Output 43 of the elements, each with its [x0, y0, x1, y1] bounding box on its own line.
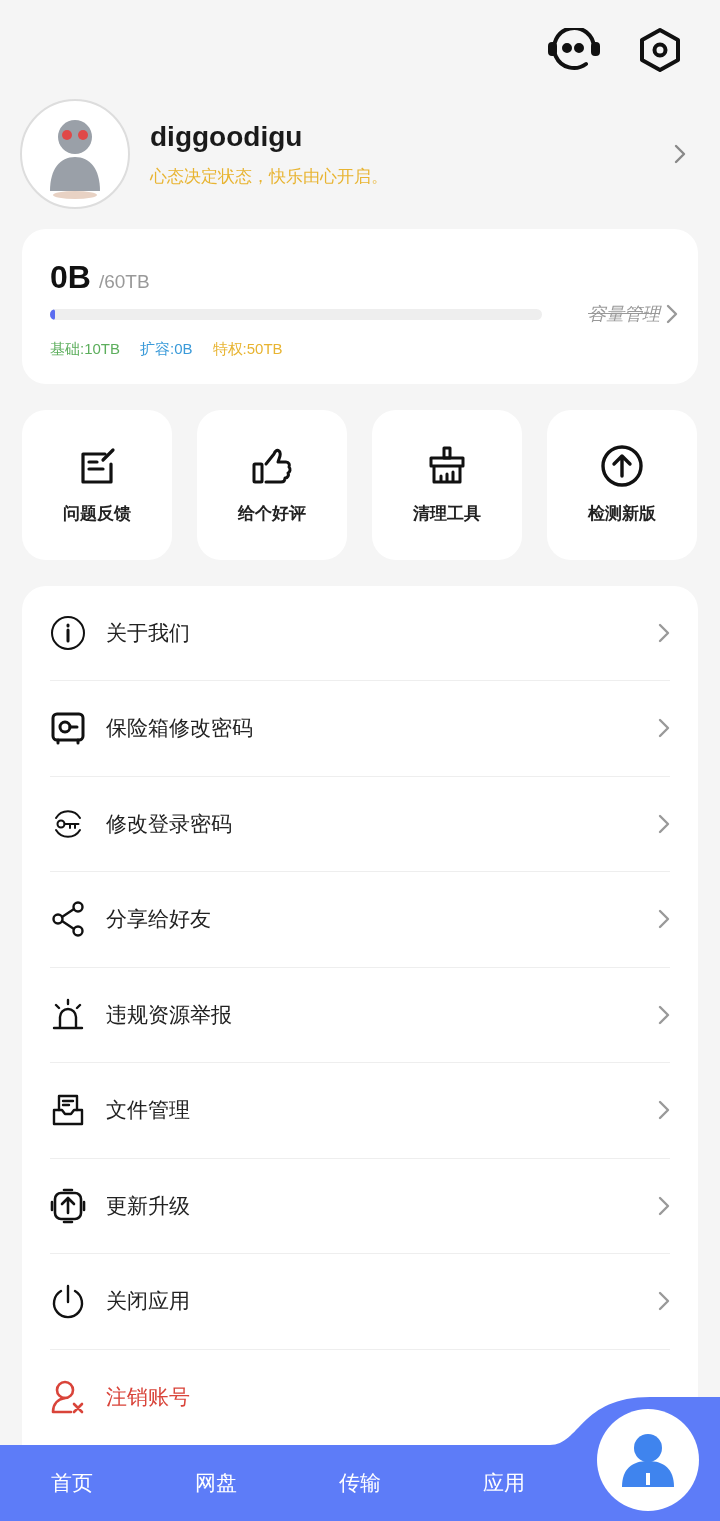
chip-upload-icon	[50, 1187, 86, 1224]
info-icon	[50, 614, 86, 651]
menu-item[interactable]: 保险箱修改密码	[106, 714, 253, 743]
menu-item[interactable]: 文件管理	[106, 1096, 190, 1125]
menu-item[interactable]: 关于我们	[106, 618, 190, 647]
chevron-icon	[658, 1291, 670, 1312]
user-icon	[620, 1433, 676, 1487]
nav-tab[interactable]: 传输	[288, 1469, 432, 1497]
tool-tile[interactable]: 问题反馈	[22, 409, 172, 560]
menu-item[interactable]: 修改登录密码	[106, 809, 232, 838]
chevron-icon	[674, 144, 686, 164]
menu-item[interactable]: 违规资源举报	[106, 1000, 232, 1029]
chevron-icon	[658, 813, 670, 834]
menu-item[interactable]: 更新升级	[106, 1191, 190, 1220]
share-icon	[50, 901, 86, 938]
safe-icon	[50, 710, 86, 747]
quota-label: 特权:50TB	[212, 340, 283, 359]
used-space: 0B	[50, 259, 91, 296]
power-icon	[50, 1283, 86, 1320]
motto: 心态决定状态，快乐由心开启。	[150, 164, 389, 188]
customer-service-icon[interactable]	[548, 27, 600, 72]
nav-tab[interactable]: 应用	[432, 1469, 576, 1497]
quota-label: 扩容:0B	[140, 340, 193, 359]
nav-tab[interactable]: 首页	[0, 1469, 144, 1497]
tool-tile[interactable]: 给个好评	[197, 409, 347, 560]
chevron-icon	[658, 622, 670, 643]
chevron-icon	[658, 718, 670, 739]
menu-item[interactable]: 关闭应用	[106, 1287, 190, 1316]
settings-icon[interactable]	[638, 26, 682, 73]
menu-item[interactable]: 分享给好友	[106, 905, 211, 934]
chevron-icon	[658, 909, 670, 930]
total-space: /60TB	[98, 271, 150, 293]
tool-tile[interactable]: 检测新版	[547, 409, 697, 560]
chevron-icon	[658, 1100, 670, 1121]
username: diggoodigu	[150, 120, 304, 153]
nav-tab[interactable]: 网盘	[144, 1469, 288, 1497]
user-remove-icon	[50, 1379, 86, 1416]
tool-tile[interactable]: 清理工具	[372, 409, 522, 560]
chevron-icon	[658, 1004, 670, 1025]
menu-item[interactable]: 注销账号	[106, 1383, 190, 1412]
quota-label: 基础:10TB	[50, 340, 121, 359]
chevron-icon	[658, 1195, 670, 1216]
chevron-icon	[666, 304, 678, 324]
